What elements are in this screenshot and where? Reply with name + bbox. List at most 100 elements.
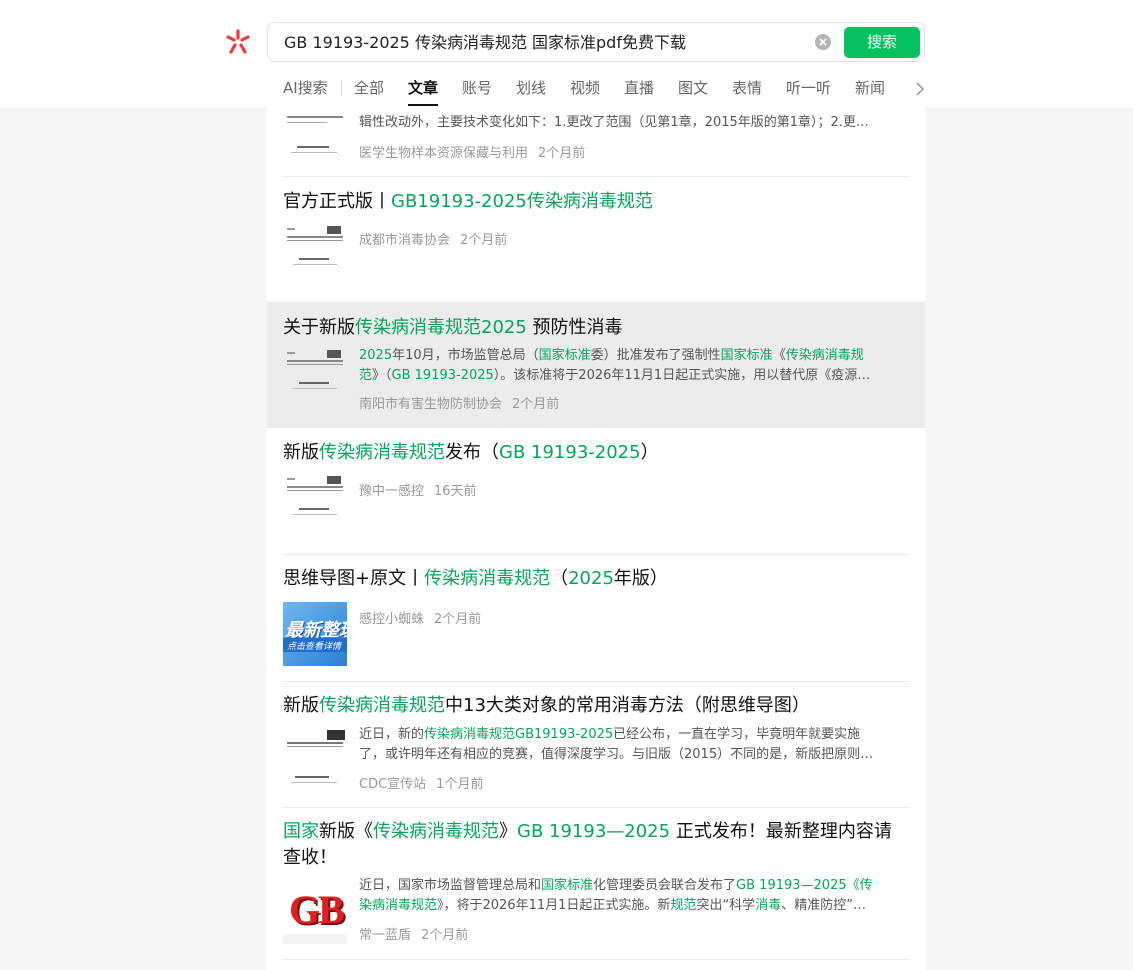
text-segment: 中13大类对象的常用消毒方法（附思维导图） — [445, 695, 810, 716]
tab-stickers[interactable]: 表情 — [732, 76, 762, 100]
description-line: 了，或许明年还有相应的竞赛，值得深度学习。与旧版（2015）不同的是，新版把原则… — [359, 745, 909, 765]
result-source[interactable]: 常一蓝盾 — [359, 928, 411, 943]
result-thumbnail — [283, 726, 347, 790]
tab-live[interactable]: 直播 — [624, 76, 654, 100]
clear-icon[interactable] — [815, 34, 831, 50]
description-line: 范》（GB 19193-2025）。该标准将于2026年11月1日起正式实施，用… — [359, 366, 909, 386]
result-time: 2个月前 — [421, 928, 469, 943]
tab-highlights[interactable]: 划线 — [516, 76, 546, 100]
tab-separator — [341, 81, 342, 95]
keyword-highlight: 传染病消毒规范 — [424, 568, 551, 589]
text-segment: ） — [640, 442, 659, 463]
result-description: 近日，国家市场监督管理总局和国家标准化管理委员会联合发布了GB 19193—20… — [359, 876, 909, 916]
tab-all[interactable]: 全部 — [354, 76, 384, 100]
keyword-highlight: GB19193-2025传染病消毒规范 — [391, 191, 653, 212]
result-time: 16天前 — [434, 484, 477, 499]
result-time: 2个月前 — [460, 233, 508, 248]
result-meta: 成都市消毒协会 2个月前 — [359, 229, 507, 248]
keyword-highlight: 传染病消毒规范 — [319, 695, 445, 716]
result-source[interactable]: 感控小蜘蛛 — [359, 612, 424, 627]
divider — [283, 959, 909, 960]
result-description: 2025年10月，市场监管总局（国家标准委）批准发布了强制性国家标准《传染病消毒… — [359, 346, 909, 386]
text-segment: 思维导图+原文丨 — [283, 568, 425, 589]
tab-image-text[interactable]: 图文 — [678, 76, 708, 100]
text-segment: 委）批准发布了强制性 — [590, 348, 721, 363]
result-item-3[interactable]: 新版传染病消毒规范发布（GB 19193-2025） 豫中一感控 16天前 — [267, 428, 925, 555]
tab-listen[interactable]: 听一听 — [786, 76, 831, 100]
search-header: GB 19193-2025 传染病消毒规范 国家标准pdf免费下载 搜索 AI搜… — [0, 0, 1133, 107]
text-segment: 新版 — [283, 695, 319, 716]
result-title[interactable]: 国家新版《传染病消毒规范》GB 19193—2025 正式发布！最新整理内容请查… — [283, 819, 903, 871]
keyword-highlight: 国家标准 — [538, 348, 591, 363]
result-item-6[interactable]: 国家新版《传染病消毒规范》GB 19193—2025 正式发布！最新整理内容请查… — [267, 808, 925, 960]
result-title[interactable]: 官方正式版丨GB19193-2025传染病消毒规范 — [283, 189, 903, 215]
keyword-highlight: 2025 — [568, 568, 614, 589]
text-segment: 》 — [499, 821, 517, 842]
result-title[interactable]: 新版传染病消毒规范中13大类对象的常用消毒方法（附思维导图） — [283, 693, 903, 719]
result-title[interactable]: 思维导图+原文丨传染病消毒规范（2025年版） — [283, 566, 903, 592]
text-segment: 新版 — [283, 442, 319, 463]
thumbnail-caption: 点击查看详情 — [287, 642, 342, 652]
search-button[interactable]: 搜索 — [844, 27, 920, 58]
result-meta: CDC宣传站 1个月前 — [359, 773, 483, 792]
result-meta: 医学生物样本资源保藏与利用 2个月前 — [359, 142, 585, 161]
text-segment: 新版《 — [319, 821, 373, 842]
description-line: 染病消毒规范》，将于2026年11月1日起正式实施。新规范突出“科学消毒、精准防… — [359, 896, 909, 916]
result-title[interactable]: 新版传染病消毒规范发布（GB 19193-2025） — [283, 440, 903, 466]
result-item-4[interactable]: 思维导图+原文丨传染病消毒规范（2025年版） 最新整理 点击查看详情 感控小蜘… — [267, 555, 925, 682]
result-thumbnail — [283, 346, 347, 410]
result-time: 2个月前 — [538, 146, 586, 161]
result-source[interactable]: CDC宣传站 — [359, 777, 426, 792]
tab-articles[interactable]: 文章 — [408, 76, 439, 106]
text-segment: ）。该标准将于2026年11月1日起正式实施，用以替代原《疫源… — [493, 368, 871, 383]
keyword-highlight: 消毒 — [755, 898, 782, 913]
result-source[interactable]: 南阳市有害生物防制协会 — [359, 397, 502, 412]
result-source[interactable]: 成都市消毒协会 — [359, 233, 450, 248]
text-segment: 近日，新的 — [359, 727, 425, 742]
text-segment: 、精准防控”… — [781, 898, 866, 913]
result-item-5[interactable]: 新版传染病消毒规范中13大类对象的常用消毒方法（附思维导图） 近日，新的传染病消… — [267, 682, 925, 808]
keyword-highlight: GB 19193-2025 — [391, 368, 494, 383]
keyword-highlight: 范 — [359, 368, 373, 383]
result-description: 辑性改动外，主要技术变化如下：1.更改了范围（见第1章，2015年版的第1章）；… — [359, 115, 869, 130]
text-segment: 官方正式版丨 — [283, 191, 391, 212]
thumbnail-logo-text: GB — [289, 887, 345, 932]
result-source[interactable]: 医学生物样本资源保藏与利用 — [359, 146, 528, 161]
result-meta: 南阳市有害生物防制协会 2个月前 — [359, 393, 559, 412]
description-line: 近日，新的传染病消毒规范GB19193-2025已经公布，一直在学习，毕竟明年就… — [359, 725, 909, 745]
search-box[interactable]: GB 19193-2025 传染病消毒规范 国家标准pdf免费下载 搜索 — [267, 22, 925, 62]
text-segment: 已经公布，一直在学习，毕竟明年就要实施 — [613, 727, 861, 742]
keyword-highlight: 传染病消毒规范 — [319, 442, 445, 463]
text-segment: 》，将于2026年11月1日起正式实施。新 — [437, 898, 671, 913]
text-segment: 发布（ — [445, 442, 499, 463]
text-segment: （ — [550, 568, 569, 589]
text-segment: 年版） — [613, 568, 668, 589]
tab-videos[interactable]: 视频 — [570, 76, 600, 100]
tab-accounts[interactable]: 账号 — [462, 76, 492, 100]
text-segment: 突出“科学 — [696, 898, 756, 913]
text-segment: 《 — [772, 348, 786, 363]
keyword-highlight: GB 19193—2025 — [517, 821, 671, 842]
tab-ai-search[interactable]: AI搜索 — [283, 76, 328, 100]
description-line: 2025年10月，市场监管总局（国家标准委）批准发布了强制性国家标准《传染病消毒… — [359, 346, 909, 366]
result-meta: 常一蓝盾 2个月前 — [359, 924, 468, 943]
result-source[interactable]: 豫中一感控 — [359, 484, 424, 499]
result-item-1[interactable]: 官方正式版丨GB19193-2025传染病消毒规范 成都市消毒协会 2个月前 — [267, 177, 925, 302]
result-item-2[interactable]: 关于新版传染病消毒规范2025 预防性消毒 2025年10月，市场监管总局（国家… — [267, 302, 925, 428]
chevron-right-icon[interactable] — [913, 80, 927, 102]
text-segment: 预防性消毒 — [526, 317, 623, 338]
keyword-highlight: 传染病消毒规范 — [373, 821, 499, 842]
keyword-highlight: 国家 — [283, 821, 319, 842]
keyword-highlight: 传染病消毒规范GB19193-2025 — [424, 727, 614, 742]
thumbnail-floor — [283, 934, 347, 944]
result-title[interactable]: 关于新版传染病消毒规范2025 预防性消毒 — [283, 315, 903, 341]
results-list: 辑性改动外，主要技术变化如下：1.更改了范围（见第1章，2015年版的第1章）；… — [267, 0, 925, 970]
search-input[interactable]: GB 19193-2025 传染病消毒规范 国家标准pdf免费下载 — [284, 23, 686, 63]
result-meta: 豫中一感控 16天前 — [359, 480, 477, 499]
result-thumbnail — [283, 100, 347, 162]
sogou-logo-icon[interactable] — [224, 28, 252, 56]
keyword-highlight: 规范 — [670, 898, 697, 913]
tab-news[interactable]: 新闻 — [855, 76, 885, 100]
result-thumbnail — [283, 222, 347, 286]
result-meta: 感控小蜘蛛 2个月前 — [359, 608, 481, 627]
